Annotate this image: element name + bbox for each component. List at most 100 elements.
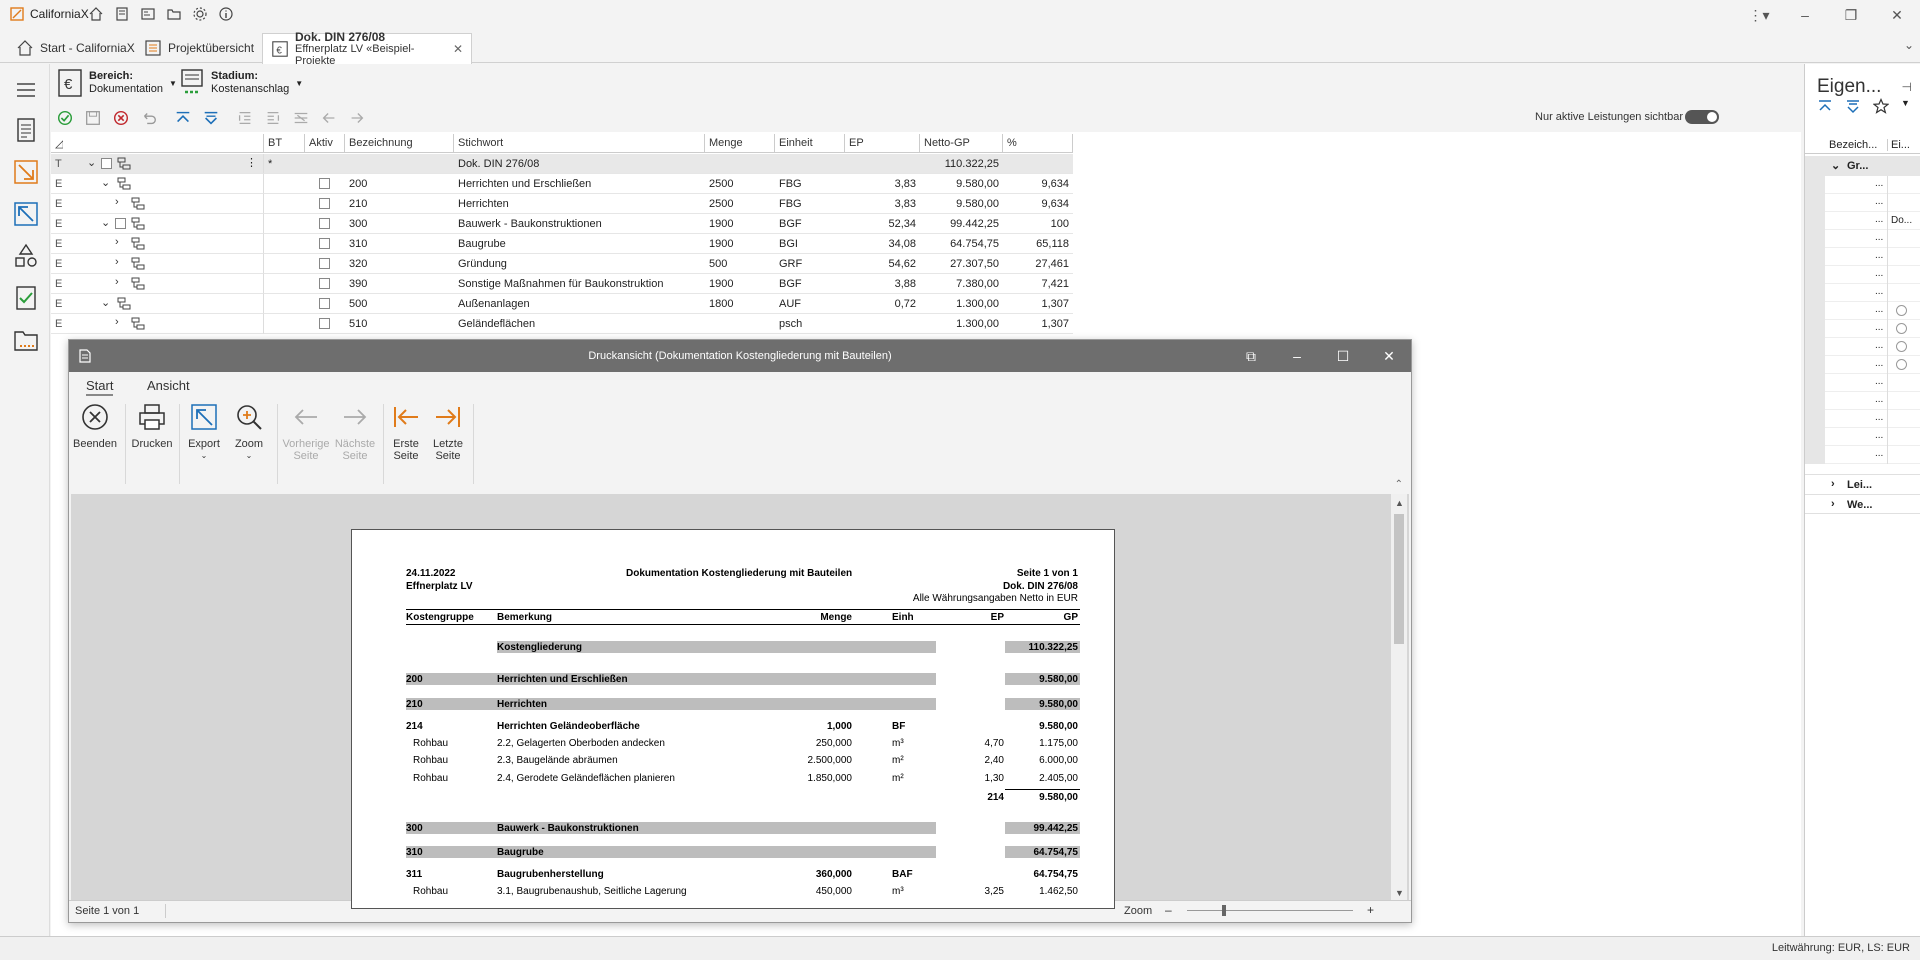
arrow-right-icon[interactable] (347, 109, 367, 127)
zoom-slider-thumb[interactable] (1222, 905, 1226, 916)
close-window-button[interactable]: ✕ (1874, 0, 1920, 30)
collapse-all-icon[interactable] (173, 109, 193, 127)
cell-aktiv[interactable] (305, 274, 345, 294)
dialog-maximize-button[interactable]: ☐ (1333, 346, 1353, 366)
collapse-all-icon[interactable] (1817, 98, 1833, 114)
row-tree-cell[interactable]: › (63, 234, 264, 254)
grid-row[interactable]: E › 510 Geländeflächen psch 1.300,00 1,307 (51, 314, 1251, 334)
row-tree-cell[interactable]: ⌄ (63, 214, 264, 234)
property-row[interactable]: ... (1805, 392, 1920, 410)
aktiv-checkbox[interactable] (319, 218, 330, 229)
row-tree-cell[interactable]: › (63, 314, 264, 334)
row-tree-cell[interactable]: ⌄ ⋮ (63, 154, 264, 174)
aktiv-checkbox[interactable] (319, 318, 330, 329)
bereich-selector[interactable]: € Bereich: Dokumentation ▼ (57, 68, 177, 98)
drucken-button[interactable]: Drucken (131, 402, 173, 450)
row-tree-cell[interactable]: ⌄ (63, 174, 264, 194)
tab-dok-din[interactable]: € Dok. DIN 276/08 Effnerplatz LV «Beispi… (262, 31, 472, 67)
gear-icon[interactable] (192, 6, 208, 22)
property-radio[interactable] (1896, 305, 1907, 316)
row-tree-cell[interactable]: › (63, 194, 264, 214)
property-row[interactable]: ... (1805, 194, 1920, 212)
property-row[interactable]: ... (1805, 248, 1920, 266)
aktiv-checkbox[interactable] (319, 298, 330, 309)
vorherige-seite-button[interactable]: Vorherige Seite (282, 402, 330, 462)
chevron-down-icon[interactable]: ⌄ (101, 176, 110, 189)
grid-row[interactable]: E ⌄ 300 Bauwerk - Baukonstruktionen 1900 BGF 5… (51, 214, 1251, 234)
chevron-right-icon[interactable]: › (115, 276, 119, 288)
zoom-in-button[interactable]: + (1367, 903, 1374, 917)
cell-aktiv[interactable] (305, 214, 345, 234)
property-row[interactable]: ... (1805, 320, 1920, 338)
property-row[interactable]: ... Do... (1805, 212, 1920, 230)
erste-seite-button[interactable]: Erste Seite (387, 402, 425, 462)
header-ep[interactable]: EP (845, 134, 920, 153)
grid-row[interactable]: E › 320 Gründung 500 GRF 54,62 27.307,50 27,461 (51, 254, 1251, 274)
preview-scrollbar[interactable]: ▲ ▼ (1391, 494, 1407, 902)
indent-left-icon[interactable] (235, 109, 255, 127)
aktiv-checkbox[interactable] (319, 258, 330, 269)
property-row[interactable]: ... (1805, 230, 1920, 248)
header-bt[interactable]: BT (264, 134, 305, 153)
more-menu-button[interactable]: ⋮▾ (1736, 0, 1782, 30)
zoom-slider[interactable] (1187, 910, 1353, 911)
info-icon[interactable] (218, 6, 234, 22)
header-bezeichnung[interactable]: Bezeichnung (345, 134, 454, 153)
folder-grid-icon[interactable] (12, 326, 40, 354)
property-radio[interactable] (1896, 359, 1907, 370)
panel-group-leistung[interactable]: › Lei... (1805, 474, 1920, 494)
check-icon[interactable] (55, 109, 75, 127)
chevron-right-icon[interactable]: › (115, 236, 119, 248)
property-row[interactable]: ... (1805, 446, 1920, 464)
collapse-ribbon-icon[interactable]: ⌃ (1395, 479, 1403, 490)
book-icon[interactable] (114, 6, 130, 22)
header-percent[interactable]: % (1003, 134, 1073, 153)
tab-overflow-icon[interactable]: ⌄ (1904, 38, 1914, 52)
cell-aktiv[interactable] (305, 154, 345, 174)
property-row[interactable]: ... (1805, 266, 1920, 284)
chevron-right-icon[interactable]: › (115, 196, 119, 208)
zoom-button[interactable]: Zoom ⌄ (229, 402, 269, 462)
tab-projektuebersicht[interactable]: Projektübersicht (136, 33, 262, 63)
document-list-icon[interactable] (12, 116, 40, 144)
row-menu-icon[interactable]: ⋮ (246, 156, 257, 169)
grid-row[interactable]: E › 390 Sonstige Maßnahmen für Baukonstrukt… (51, 274, 1251, 294)
dialog-close-button[interactable]: ✕ (1379, 346, 1399, 366)
stadium-selector[interactable]: Stadium: Kostenanschlag ▼ (179, 68, 303, 98)
property-row[interactable]: ... (1805, 428, 1920, 446)
property-row[interactable]: ... (1805, 338, 1920, 356)
restore-button[interactable]: ❐ (1828, 0, 1874, 30)
cell-aktiv[interactable] (305, 254, 345, 274)
export-button[interactable]: Export ⌄ (183, 402, 225, 462)
row-tree-checkbox[interactable] (101, 158, 112, 169)
property-radio[interactable] (1896, 323, 1907, 334)
row-tree-cell[interactable]: › (63, 274, 264, 294)
header-netto-gp[interactable]: Netto-GP (920, 134, 1003, 153)
folder-icon[interactable] (166, 6, 182, 22)
row-tree-cell[interactable]: ⌄ (63, 294, 264, 314)
cell-aktiv[interactable] (305, 194, 345, 214)
property-row[interactable]: ... (1805, 374, 1920, 392)
grid-row[interactable]: E ⌄ 200 Herrichten und Erschließen 2500 FBG 3,… (51, 174, 1251, 194)
property-row[interactable]: ... (1805, 284, 1920, 302)
tab-start[interactable]: Start - CaliforniaX (8, 33, 143, 63)
active-only-toggle[interactable] (1685, 110, 1719, 124)
property-row[interactable]: ... (1805, 302, 1920, 320)
property-row[interactable]: ... (1805, 410, 1920, 428)
tab-close-icon[interactable]: ✕ (453, 42, 463, 56)
dialog-maximize-alt-icon[interactable]: ⧉ (1241, 346, 1261, 366)
remove-filter-icon[interactable] (291, 109, 311, 127)
undo-icon[interactable] (139, 109, 159, 127)
expand-all-icon[interactable] (201, 109, 221, 127)
export-arrow-icon[interactable] (12, 200, 40, 228)
grid-row[interactable]: E › 210 Herrichten 2500 FBG 3,83 9.580,00 9,634 (51, 194, 1251, 214)
naechste-seite-button[interactable]: Nächste Seite (333, 402, 377, 462)
cell-aktiv[interactable] (305, 314, 345, 334)
panel-col-ei[interactable]: Ei... (1887, 139, 1910, 151)
minimize-button[interactable]: – (1782, 0, 1828, 30)
panel-group-weitere[interactable]: › We... (1805, 494, 1920, 514)
cell-aktiv[interactable] (305, 294, 345, 314)
panel-group-row[interactable]: ⌄ Gr... (1805, 156, 1920, 176)
shapes-icon[interactable] (12, 242, 40, 270)
chevron-right-icon[interactable]: › (115, 256, 119, 268)
